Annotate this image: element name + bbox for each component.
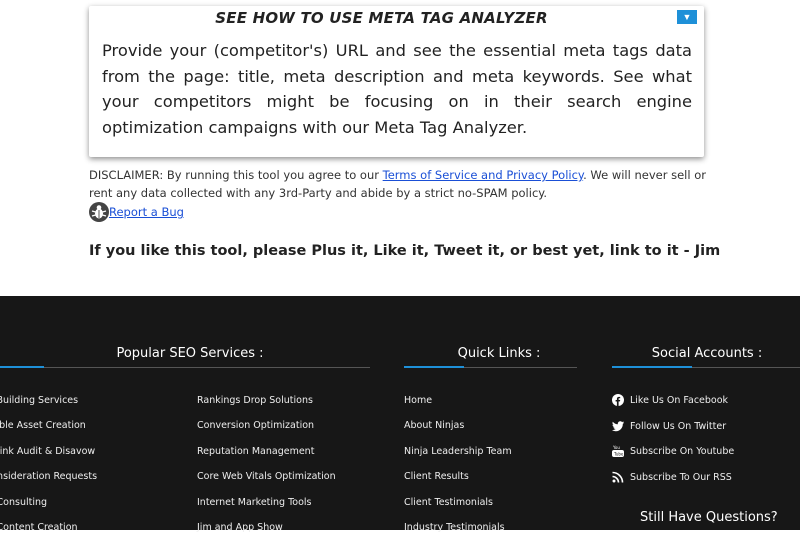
social-accounts-divider — [612, 366, 800, 368]
collapse-toggle-button[interactable]: ▼ — [677, 10, 697, 24]
social-twitter[interactable]: Follow Us On Twitter — [612, 420, 726, 432]
footer-link-conversion[interactable]: Conversion Optimization — [197, 420, 314, 431]
footer-link-about[interactable]: About Ninjas — [404, 420, 464, 431]
footer-link-reputation[interactable]: Reputation Management — [197, 446, 314, 457]
social-youtube[interactable]: You Tube Subscribe On Youtube — [612, 445, 734, 457]
facebook-icon — [612, 394, 624, 406]
chevron-down-icon: ▼ — [682, 12, 692, 22]
footer: Popular SEO Services : Quick Links : Soc… — [0, 296, 800, 533]
svg-text:You: You — [612, 445, 620, 450]
report-bug-link[interactable]: Report a Bug — [109, 205, 184, 219]
report-bug[interactable]: Report a Bug — [89, 202, 184, 222]
footer-link-home[interactable]: Home — [404, 395, 432, 406]
footer-link-backlink-audit[interactable]: Backlink Audit & Disavow — [0, 446, 95, 457]
main-content: SEE HOW TO USE META TAG ANALYZER ▼ Provi… — [0, 0, 800, 296]
popular-services-heading: Popular SEO Services : — [116, 346, 264, 361]
howto-panel: SEE HOW TO USE META TAG ANALYZER ▼ Provi… — [89, 6, 704, 157]
rss-icon — [612, 471, 624, 483]
youtube-icon: You Tube — [612, 445, 624, 457]
footer-link-client-results[interactable]: Client Results — [404, 471, 469, 482]
footer-link-industry-testimonials[interactable]: Industry Testimonials — [404, 522, 505, 533]
still-questions-heading: Still Have Questions? — [640, 510, 778, 525]
footer-link-linkable-asset[interactable]: Linkable Asset Creation — [0, 420, 86, 431]
social-twitter-label: Follow Us On Twitter — [630, 420, 727, 432]
bug-icon — [89, 202, 109, 222]
disclaimer: DISCLAIMER: By running this tool you agr… — [89, 166, 709, 202]
social-youtube-label: Subscribe On Youtube — [630, 445, 735, 457]
quick-links-divider — [404, 366, 577, 368]
footer-link-link-building[interactable]: Link Building Services — [0, 395, 78, 406]
howto-description: Provide your (competitor's) URL and see … — [102, 41, 692, 137]
footer-link-leadership[interactable]: Ninja Leadership Team — [404, 446, 512, 457]
footer-link-seo-consulting[interactable]: SEO Consulting — [0, 497, 47, 508]
disclaimer-prefix: DISCLAIMER: By running this tool you agr… — [89, 168, 383, 182]
popular-services-divider — [0, 366, 370, 368]
social-facebook-label: Like Us On Facebook — [630, 394, 729, 406]
social-rss-label: Subscribe To Our RSS — [630, 471, 732, 483]
footer-link-seo-content[interactable]: SEO Content Creation — [0, 522, 78, 533]
howto-title: SEE HOW TO USE META TAG ANALYZER — [215, 9, 548, 27]
svg-text:Tube: Tube — [613, 452, 624, 457]
footer-link-reconsideration[interactable]: Reconsideration Requests — [0, 471, 97, 482]
social-rss[interactable]: Subscribe To Our RSS — [612, 471, 732, 483]
social-facebook[interactable]: Like Us On Facebook — [612, 394, 728, 406]
footer-link-jim-app-show[interactable]: Jim and App Show — [197, 522, 283, 533]
twitter-icon — [612, 421, 624, 432]
footer-link-core-web-vitals[interactable]: Core Web Vitals Optimization — [197, 471, 336, 482]
social-accounts-heading: Social Accounts : — [651, 346, 763, 361]
footer-link-rankings-drop[interactable]: Rankings Drop Solutions — [197, 395, 313, 406]
quick-links-heading: Quick Links : — [457, 346, 541, 361]
share-plea: If you like this tool, please Plus it, L… — [89, 243, 721, 259]
terms-link[interactable]: Terms of Service and Privacy Policy — [383, 168, 583, 182]
footer-link-marketing-tools[interactable]: Internet Marketing Tools — [197, 497, 312, 508]
footer-link-client-testimonials[interactable]: Client Testimonials — [404, 497, 493, 508]
